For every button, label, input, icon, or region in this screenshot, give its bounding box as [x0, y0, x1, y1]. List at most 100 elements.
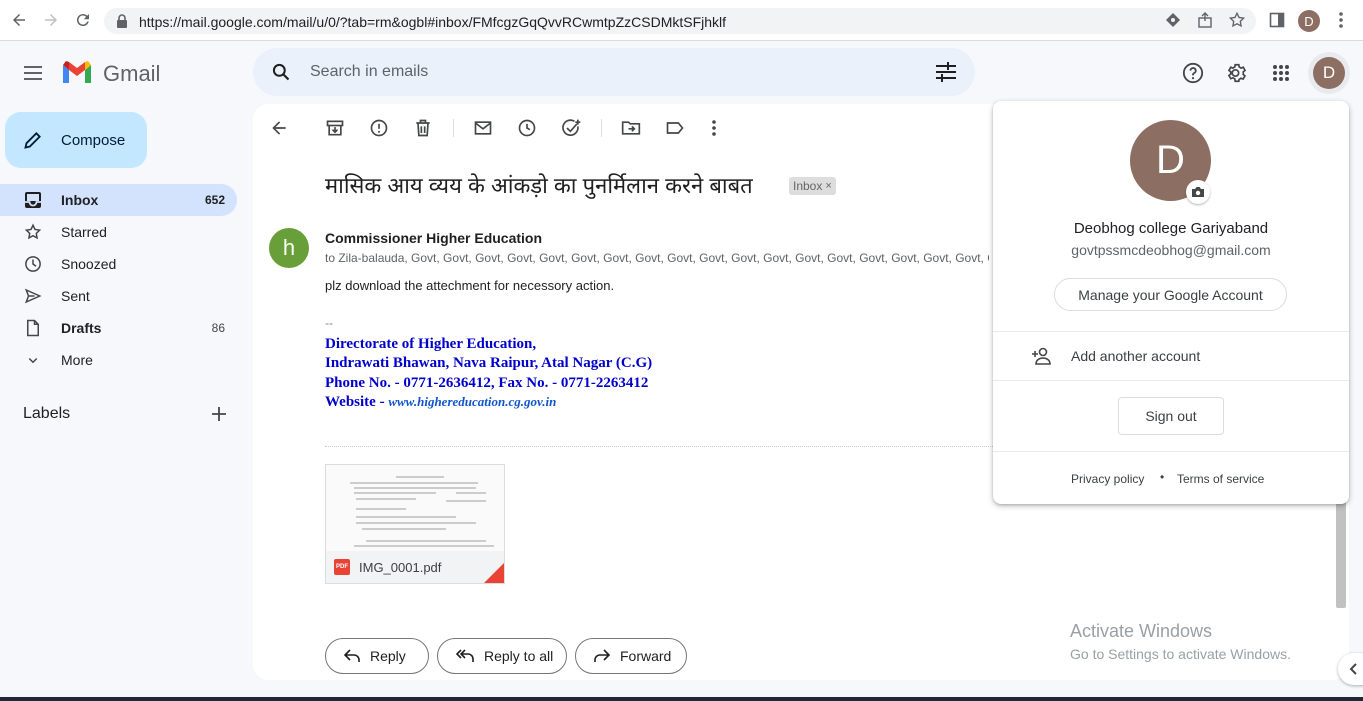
reload-icon[interactable] — [72, 9, 94, 31]
send-icon — [24, 287, 42, 305]
sidebar-item-label: Starred — [61, 224, 107, 240]
reply-label: Reply — [370, 648, 406, 664]
inbox-label-chip[interactable]: Inbox × — [789, 177, 836, 195]
search-input[interactable]: Search in emails — [310, 63, 428, 81]
forward-icon[interactable] — [40, 9, 62, 31]
sidebar-item-label: Sent — [61, 288, 90, 304]
search-icon[interactable] — [271, 62, 291, 82]
website-link[interactable]: www.highereducation.cg.gov.in — [388, 394, 556, 409]
pdf-file-icon: PDF — [334, 559, 350, 575]
sidebar-item-sent[interactable]: Sent — [0, 280, 237, 312]
compose-button[interactable]: Compose — [5, 112, 147, 168]
scrollbar-thumb[interactable] — [1336, 498, 1346, 608]
compose-label: Compose — [61, 132, 126, 149]
move-to-folder-icon[interactable] — [621, 118, 641, 138]
delete-trash-icon[interactable] — [413, 118, 433, 138]
chevron-left-icon — [1349, 663, 1357, 675]
sidebar-item-label: Inbox — [61, 192, 99, 208]
sender-name[interactable]: Commissioner Higher Education — [325, 230, 542, 246]
draft-file-icon — [24, 319, 42, 337]
more-options-icon[interactable] — [707, 118, 727, 138]
account-popup: D Deobhog college Gariyaband govtpssmcde… — [993, 101, 1349, 504]
signature-separator: -- — [325, 316, 333, 330]
lock-icon[interactable] — [116, 14, 128, 28]
clock-icon — [24, 255, 42, 273]
inbox-icon — [24, 191, 42, 209]
attachment-card[interactable]: PDF IMG_0001.pdf — [325, 464, 505, 584]
report-spam-icon[interactable] — [369, 118, 389, 138]
sidebar-item-inbox[interactable]: Inbox 652 — [0, 184, 237, 216]
sidebar-item-snoozed[interactable]: Snoozed — [0, 248, 237, 280]
gmail-logo-icon[interactable] — [61, 59, 93, 85]
sidebar-item-label: Drafts — [61, 320, 102, 336]
add-person-icon — [1031, 347, 1053, 365]
website-prefix: Website - — [325, 394, 389, 410]
manage-account-button[interactable]: Manage your Google Account — [1054, 278, 1287, 311]
reply-all-label: Reply to all — [484, 648, 554, 664]
apps-grid-icon[interactable] — [1268, 60, 1294, 86]
bookmark-star-icon[interactable] — [1226, 9, 1248, 31]
attachment-filename: IMG_0001.pdf — [359, 560, 442, 575]
os-taskbar — [0, 697, 1363, 701]
pencil-icon — [23, 130, 43, 150]
mark-unread-mail-icon[interactable] — [473, 118, 493, 138]
activate-windows-title: Activate Windows — [1070, 621, 1213, 641]
signature-website-line: Website - www.highereducation.cg.gov.in — [325, 394, 556, 411]
url-text[interactable]: https://mail.google.com/mail/u/0/?tab=rm… — [139, 14, 726, 30]
camera-icon[interactable] — [1186, 180, 1210, 204]
sidebar-item-count: 652 — [204, 193, 225, 207]
back-to-inbox-icon[interactable] — [269, 118, 289, 138]
add-account-label: Add another account — [1071, 348, 1201, 364]
terms-of-service-link[interactable]: Terms of service — [1177, 472, 1264, 486]
sender-avatar[interactable]: h — [269, 228, 309, 268]
sidebar-item-starred[interactable]: Starred — [0, 216, 237, 248]
privacy-policy-link[interactable]: Privacy policy — [1071, 472, 1144, 486]
sidebar-item-label: Snoozed — [61, 256, 117, 272]
activate-windows-subtitle: Go to Settings to activate Windows. — [1070, 646, 1291, 662]
popup-divider — [993, 331, 1349, 332]
sidebar-item-more[interactable]: More — [0, 344, 237, 376]
email-body-text: plz download the attechment for necessor… — [325, 278, 615, 293]
label-tag-icon[interactable] — [665, 118, 685, 138]
sidebar-item-label: More — [61, 352, 93, 368]
settings-gear-icon[interactable] — [1224, 60, 1250, 86]
forward-button[interactable]: Forward — [575, 638, 687, 674]
browser-menu-icon[interactable] — [1330, 9, 1352, 31]
sign-out-button[interactable]: Sign out — [1118, 397, 1224, 435]
footer-separator: • — [1160, 470, 1165, 484]
side-panel-toggle[interactable] — [1338, 653, 1363, 685]
reply-button[interactable]: Reply — [325, 638, 429, 674]
remove-label-icon[interactable]: × — [825, 180, 831, 192]
help-icon[interactable] — [1180, 60, 1206, 86]
add-to-tasks-icon[interactable] — [561, 118, 581, 138]
popup-divider — [993, 380, 1349, 381]
side-panel-icon[interactable] — [1266, 9, 1288, 31]
archive-icon[interactable] — [325, 118, 345, 138]
snooze-clock-icon[interactable] — [517, 118, 537, 138]
browser-toolbar: https://mail.google.com/mail/u/0/?tab=rm… — [0, 0, 1363, 41]
forward-arrow-icon — [594, 649, 610, 662]
sidebar-item-count: 86 — [211, 321, 225, 335]
search-options-icon[interactable] — [935, 62, 957, 82]
popup-account-email: govtpssmcdeobhog@gmail.com — [1071, 242, 1271, 258]
attachment-thumbnail — [326, 465, 504, 551]
install-icon[interactable] — [1162, 9, 1184, 31]
signature-line: Phone No. - 0771-2636412, Fax No. - 0771… — [325, 375, 649, 391]
signature-line: Indrawati Bhawan, Nava Raipur, Atal Naga… — [325, 355, 653, 371]
account-button[interactable]: D — [1308, 52, 1350, 94]
recipients-line[interactable]: to Zila-balauda, Govt, Govt, Govt, Govt,… — [325, 251, 989, 265]
add-label-plus-icon[interactable] — [209, 404, 229, 424]
chevron-down-icon — [24, 351, 42, 369]
gmail-wordmark[interactable]: Gmail — [103, 61, 160, 87]
account-avatar[interactable]: D — [1313, 57, 1345, 89]
back-icon[interactable] — [8, 9, 30, 31]
reply-all-button[interactable]: Reply to all — [437, 638, 567, 674]
forward-label: Forward — [620, 648, 672, 664]
attachment-footer: PDF IMG_0001.pdf — [326, 551, 504, 583]
popup-account-name: Deobhog college Gariyaband — [1073, 220, 1269, 237]
labels-heading: Labels — [23, 405, 71, 422]
main-menu-icon[interactable] — [20, 60, 46, 86]
sidebar-item-drafts[interactable]: Drafts 86 — [0, 312, 237, 344]
share-icon[interactable] — [1194, 9, 1216, 31]
browser-profile-avatar[interactable]: D — [1298, 10, 1320, 32]
